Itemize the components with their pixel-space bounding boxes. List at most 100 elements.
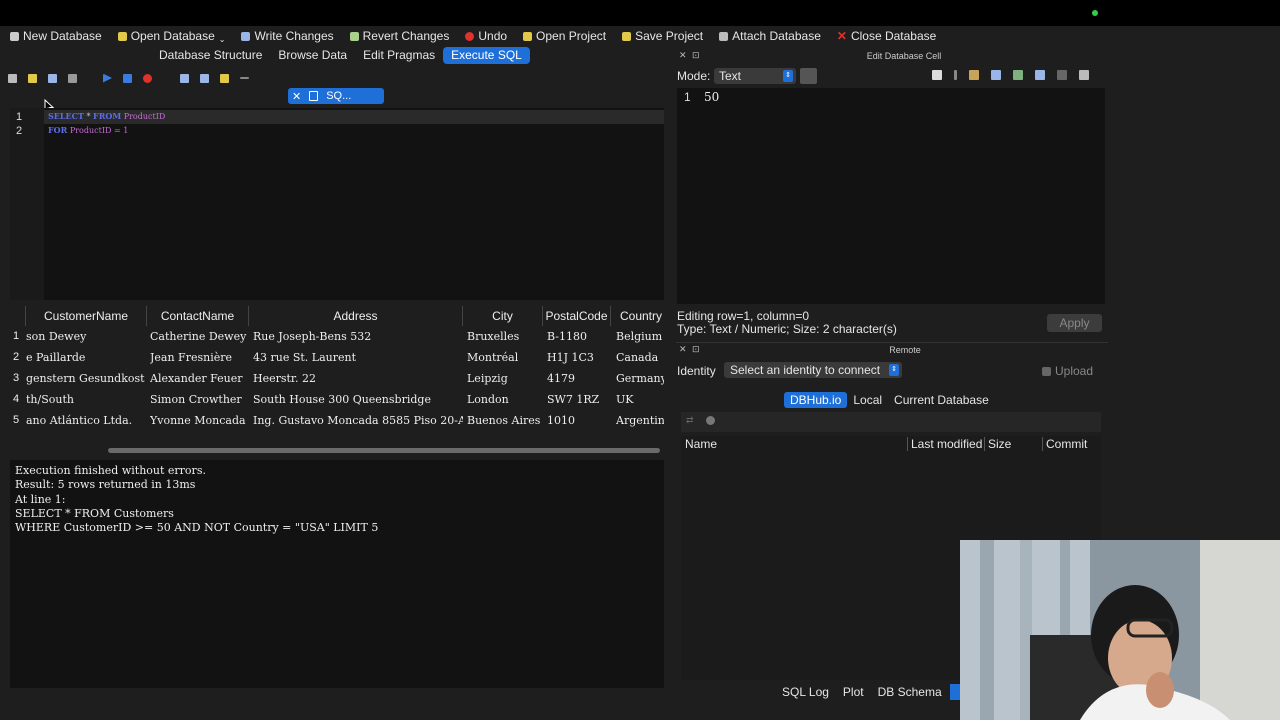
cell-value: 50 bbox=[704, 90, 720, 104]
cell-position-status: Editing row=1, column=0 bbox=[677, 309, 810, 323]
cell-editor-toolbar bbox=[932, 70, 1089, 80]
sql-editor-tab[interactable]: ✕ SQ... bbox=[288, 88, 384, 104]
stop-icon[interactable] bbox=[143, 73, 152, 83]
revert-changes-button[interactable]: Revert Changes bbox=[349, 29, 449, 43]
export-icon[interactable] bbox=[991, 70, 1001, 80]
column-header[interactable]: ContactName bbox=[147, 306, 249, 326]
revert-changes-icon bbox=[349, 31, 359, 41]
chevron-down-icon[interactable]: ⌄ bbox=[219, 35, 226, 44]
save-sql-icon[interactable] bbox=[48, 73, 57, 83]
remote-toolbar: ⇄ bbox=[681, 412, 1101, 432]
table-row[interactable]: 3 genstern Gesundkost Alexander Feuer He… bbox=[10, 368, 664, 389]
upload-button[interactable]: Upload bbox=[1042, 364, 1093, 378]
segment-local[interactable]: Local bbox=[847, 392, 888, 408]
table-row[interactable]: 2 e Paillarde Jean Fresnière 43 rue St. … bbox=[10, 347, 664, 368]
results-grid[interactable]: CustomerName ContactName Address City Po… bbox=[10, 304, 664, 456]
segment-current-database[interactable]: Current Database bbox=[888, 392, 995, 408]
format-icon[interactable] bbox=[1035, 70, 1045, 80]
remote-title: Remote bbox=[889, 345, 921, 355]
word-wrap-icon[interactable] bbox=[932, 70, 942, 80]
main-tabs: Database Structure Browse Data Edit Prag… bbox=[151, 47, 530, 64]
tab-edit-pragmas[interactable]: Edit Pragmas bbox=[355, 47, 443, 64]
find-replace-icon[interactable] bbox=[220, 73, 229, 83]
column-header[interactable]: Commit bbox=[1042, 437, 1087, 451]
segment-dbhub[interactable]: DBHub.io bbox=[784, 392, 848, 408]
sql-editor[interactable]: 1 SELECT * FROM ProductID 2 FOR ProductI… bbox=[10, 108, 664, 300]
column-header[interactable]: PostalCode bbox=[543, 306, 611, 326]
close-database-button[interactable]: ✕ Close Database bbox=[837, 29, 936, 43]
comment-icon[interactable] bbox=[240, 77, 249, 79]
webcam-image bbox=[960, 540, 1280, 720]
top-strip bbox=[0, 0, 1280, 26]
row-number-header bbox=[10, 306, 26, 326]
attach-database-button[interactable]: Attach Database bbox=[719, 29, 821, 43]
identity-label: Identity bbox=[677, 364, 716, 378]
cell-value-editor[interactable]: 1 50 bbox=[677, 88, 1105, 304]
column-header[interactable]: Size bbox=[984, 437, 1011, 451]
remote-list-header: Name Last modified Size Commit bbox=[681, 436, 1101, 452]
column-header[interactable]: Name bbox=[685, 437, 717, 451]
refresh-icon[interactable]: ⇄ bbox=[686, 415, 694, 426]
column-header[interactable]: Country bbox=[611, 306, 664, 326]
set-null-icon[interactable] bbox=[1013, 70, 1023, 80]
save-results-icon[interactable] bbox=[180, 73, 189, 83]
save-project-button[interactable]: Save Project bbox=[622, 29, 703, 43]
message-line: At line 1: bbox=[15, 492, 66, 506]
column-header[interactable]: Address bbox=[249, 306, 463, 326]
results-header: CustomerName ContactName Address City Po… bbox=[10, 306, 664, 326]
table-row[interactable]: 1 son Dewey Catherine Dewey Rue Joseph-B… bbox=[10, 326, 664, 347]
open-database-icon bbox=[117, 31, 127, 41]
column-header[interactable]: CustomerName bbox=[26, 306, 147, 326]
open-tab-icon[interactable] bbox=[8, 73, 17, 83]
horizontal-scrollbar[interactable] bbox=[108, 448, 660, 453]
separator-icon bbox=[954, 70, 957, 80]
mode-select[interactable]: Text ⇕ bbox=[714, 68, 796, 84]
close-pane-icon[interactable]: ✕ bbox=[679, 50, 687, 61]
tab-execute-sql[interactable]: Execute SQL bbox=[443, 47, 530, 64]
apply-button[interactable]: Apply bbox=[1047, 314, 1102, 332]
close-tab-icon[interactable]: ✕ bbox=[292, 90, 301, 103]
tab-browse-data[interactable]: Browse Data bbox=[270, 47, 355, 64]
float-pane-icon[interactable]: ⊡ bbox=[692, 344, 700, 355]
cell-type-status: Type: Text / Numeric; Size: 2 character(… bbox=[677, 322, 897, 336]
table-row[interactable]: 4 th/South Simon Crowther South House 30… bbox=[10, 389, 664, 410]
find-icon[interactable] bbox=[200, 73, 209, 83]
column-header[interactable]: Last modified bbox=[907, 437, 982, 451]
open-project-button[interactable]: Open Project bbox=[523, 29, 606, 43]
open-database-button[interactable]: Open Database ⌄ bbox=[117, 29, 226, 44]
open-sql-icon[interactable] bbox=[28, 73, 37, 83]
chevron-updown-icon: ⇕ bbox=[783, 70, 793, 82]
new-database-icon bbox=[10, 31, 19, 41]
clone-icon[interactable] bbox=[706, 416, 715, 425]
edit-cell-title: Edit Database Cell bbox=[866, 51, 942, 61]
column-header[interactable]: City bbox=[463, 306, 543, 326]
execute-all-icon[interactable] bbox=[103, 73, 112, 83]
tab-db-schema[interactable]: DB Schema bbox=[871, 684, 949, 700]
write-changes-icon bbox=[241, 31, 251, 41]
clear-icon[interactable] bbox=[1057, 70, 1067, 80]
float-pane-icon[interactable]: ⊡ bbox=[692, 50, 700, 61]
message-line: Result: 5 rows returned in 13ms bbox=[15, 478, 196, 492]
print-icon[interactable] bbox=[68, 73, 77, 83]
document-icon bbox=[309, 91, 319, 101]
close-pane-icon[interactable]: ✕ bbox=[679, 344, 687, 355]
import-icon[interactable] bbox=[969, 70, 979, 80]
new-database-button[interactable]: New Database bbox=[10, 29, 102, 43]
open-project-icon bbox=[523, 31, 533, 41]
print-cell-icon[interactable] bbox=[1079, 70, 1089, 80]
execute-line-icon[interactable] bbox=[123, 73, 132, 83]
tab-plot[interactable]: Plot bbox=[836, 684, 871, 700]
identity-select[interactable]: Select an identity to connect ⇕ bbox=[724, 362, 902, 378]
upload-icon bbox=[1042, 366, 1051, 376]
undo-button[interactable]: Undo bbox=[465, 29, 507, 43]
tab-sql-log[interactable]: SQL Log bbox=[775, 684, 836, 700]
pane-divider bbox=[676, 342, 1108, 343]
auto-switch-mode-button[interactable] bbox=[800, 68, 817, 84]
message-line: Execution finished without errors. bbox=[15, 464, 206, 477]
write-changes-button[interactable]: Write Changes bbox=[241, 29, 334, 43]
chevron-updown-icon: ⇕ bbox=[889, 364, 899, 376]
table-row[interactable]: 5 ano Atlántico Ltda. Yvonne Moncada Ing… bbox=[10, 410, 664, 431]
tab-database-structure[interactable]: Database Structure bbox=[151, 47, 270, 64]
save-project-icon bbox=[622, 31, 632, 41]
undo-icon bbox=[465, 31, 475, 41]
